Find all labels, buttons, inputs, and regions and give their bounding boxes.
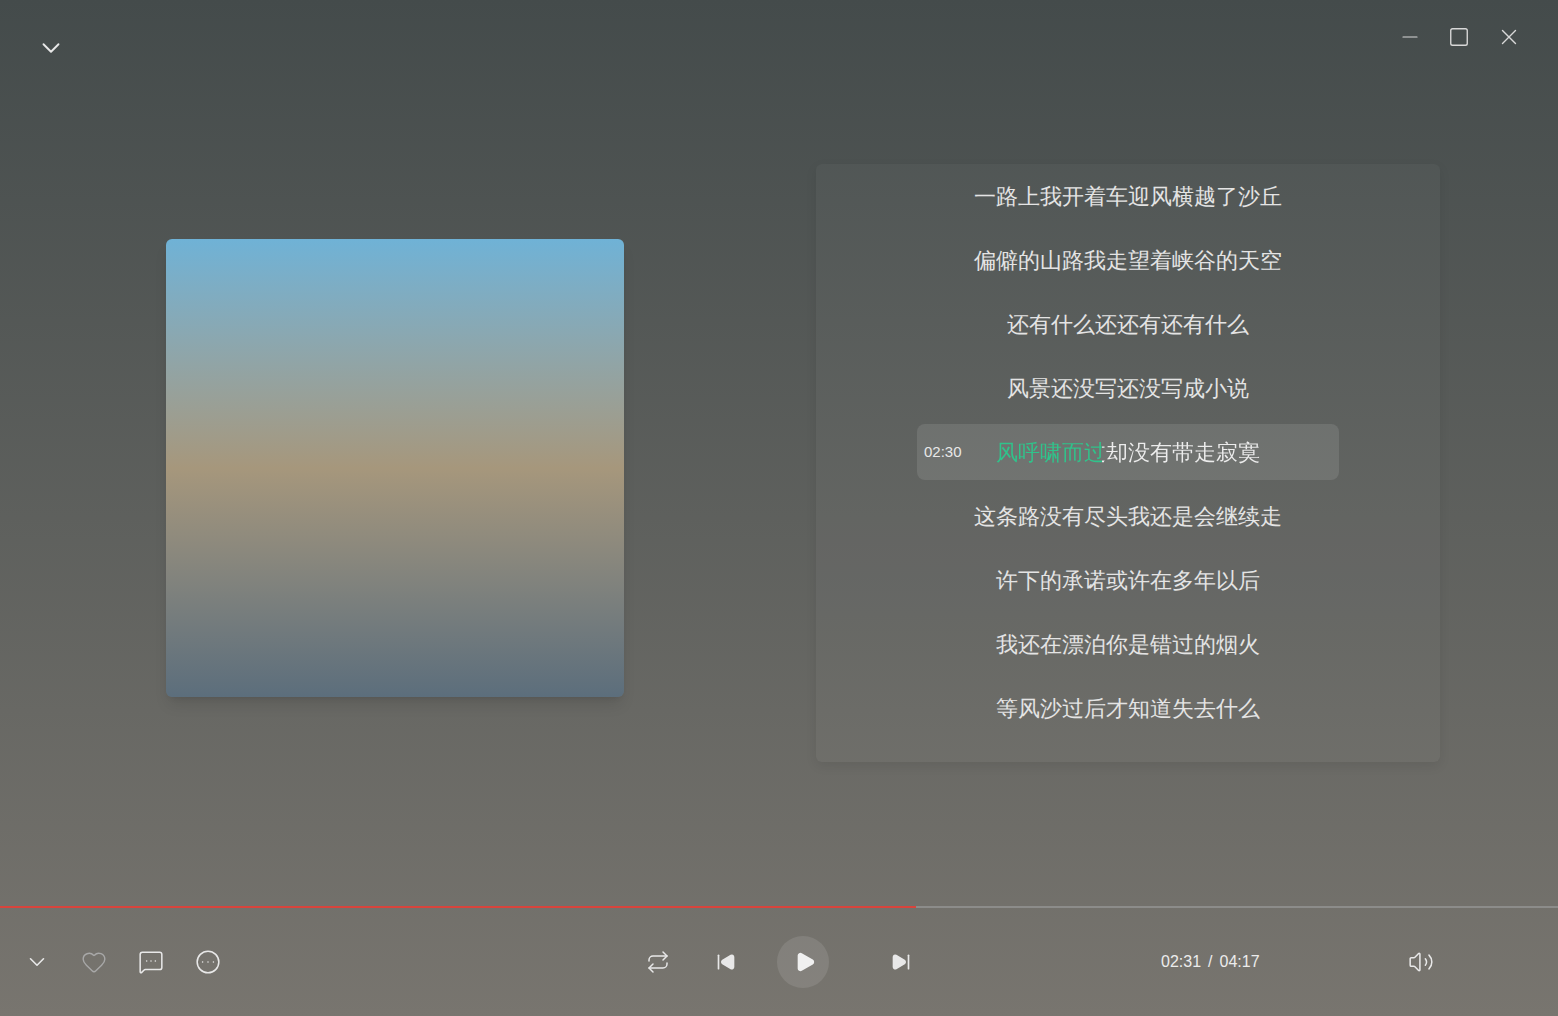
lyric-text: 偏僻的山路我走望着峡谷的天空 xyxy=(974,244,1282,277)
repeat-icon[interactable] xyxy=(646,950,670,974)
lyric-text: 风呼啸而过却没有带走寂寞 xyxy=(996,436,1260,469)
lyric-line[interactable]: 这条路没有尽头我还是会继续走 xyxy=(816,484,1440,548)
maximize-icon[interactable] xyxy=(1448,26,1470,48)
main-area: 一路上我开着车迎风横越了沙丘偏僻的山路我走望着峡谷的天空还有什么还还有还有什么风… xyxy=(0,90,1558,906)
lyric-text: 我还在漂泊你是错过的烟火 xyxy=(996,628,1260,661)
heart-icon[interactable] xyxy=(81,949,107,975)
lyric-text: 等风沙过后才知道失去什么 xyxy=(996,692,1260,725)
close-icon[interactable] xyxy=(1496,24,1522,50)
lyrics-panel: 一路上我开着车迎风横越了沙丘偏僻的山路我走望着峡谷的天空还有什么还还有还有什么风… xyxy=(816,164,1440,762)
lyric-line[interactable]: 我还在漂泊你是错过的烟火 xyxy=(816,612,1440,676)
position-time: 02:31 xyxy=(1161,950,1201,974)
time-display: 02:31 / 04:17 xyxy=(1161,950,1260,974)
lyric-line[interactable]: 等风沙过后才知道失去什么 xyxy=(816,676,1440,740)
time-separator: / xyxy=(1208,950,1212,974)
lyric-line[interactable]: 偏僻的山路我走望着峡谷的天空 xyxy=(816,228,1440,292)
player-window: 一路上我开着车迎风横越了沙丘偏僻的山路我走望着峡谷的天空还有什么还还有还有什么风… xyxy=(0,0,1558,1016)
lyric-line[interactable]: 风景还没写还没写成小说 xyxy=(816,356,1440,420)
progress-bar[interactable] xyxy=(0,906,1558,908)
lyric-text: 这条路没有尽头我还是会继续走 xyxy=(974,500,1282,533)
previous-icon[interactable] xyxy=(716,952,736,972)
lyric-line[interactable]: 许下的承诺或许在多年以后 xyxy=(816,548,1440,612)
play-button[interactable] xyxy=(777,936,829,988)
lyric-text: 还有什么还还有还有什么 xyxy=(1007,308,1249,341)
collapse-icon[interactable] xyxy=(24,949,50,975)
lyric-line[interactable]: 还有什么还还有还有什么 xyxy=(816,292,1440,356)
play-icon xyxy=(794,951,816,973)
collapse-icon[interactable] xyxy=(36,33,66,63)
lyric-line[interactable]: 一路上我开着车迎风横越了沙丘 xyxy=(816,164,1440,228)
next-icon[interactable] xyxy=(891,952,911,972)
duration-time: 04:17 xyxy=(1220,950,1260,974)
volume-icon[interactable] xyxy=(1408,949,1434,975)
lyric-time: 02:30 xyxy=(924,441,962,464)
lyric-text: 许下的承诺或许在多年以后 xyxy=(996,564,1260,597)
title-bar xyxy=(0,0,1558,90)
album-cover xyxy=(166,239,624,697)
lyric-line[interactable]: 02:30 风呼啸而过却没有带走寂寞 xyxy=(816,420,1440,484)
lyric-text: 一路上我开着车迎风横越了沙丘 xyxy=(974,180,1282,213)
control-bar: 02:31 / 04:17 xyxy=(0,908,1558,1016)
more-icon[interactable] xyxy=(195,949,221,975)
minimize-icon[interactable] xyxy=(1398,25,1422,49)
comment-icon[interactable] xyxy=(138,949,164,975)
lyric-text: 风景还没写还没写成小说 xyxy=(1007,372,1249,405)
